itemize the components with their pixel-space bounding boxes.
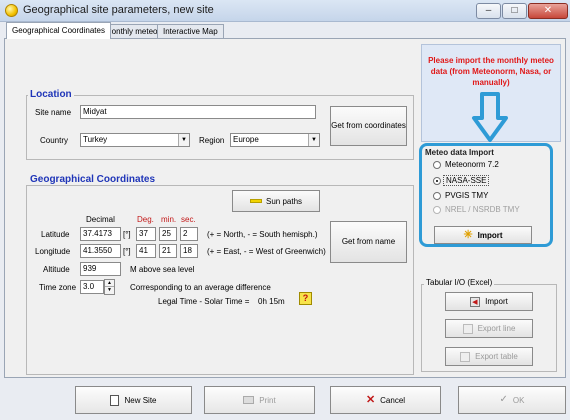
export-line-button[interactable]: Export line <box>445 319 533 338</box>
checkmark-icon: ✓ <box>499 394 508 405</box>
meteo-notice-text: Please import the monthly meteo data (fr… <box>428 56 554 87</box>
print-button[interactable]: Print <box>204 386 315 414</box>
sparkle-icon: ✳ <box>463 229 473 241</box>
timezone-hint: Corresponding to an average difference <box>130 283 271 292</box>
latitude-decimal-input[interactable]: 37.4173 <box>80 227 121 241</box>
longitude-hint: (+ = East, - = West of Greenwich) <box>207 247 326 256</box>
meteo-import-button-label: Import <box>477 230 503 240</box>
export-line-icon <box>462 323 473 334</box>
legal-time-label: Legal Time - Solar Time = <box>158 297 250 306</box>
meteo-option-meteonorm[interactable]: Meteonorm 7.2 <box>433 159 543 171</box>
tabular-import-button[interactable]: ◀ Import <box>445 292 533 311</box>
new-site-label: New Site <box>124 395 157 405</box>
print-label: Print <box>259 395 276 405</box>
location-title: Location <box>28 89 74 100</box>
coordinates-title: Geographical Coordinates <box>28 174 158 185</box>
latitude-sec-input[interactable]: 2 <box>180 227 198 241</box>
cancel-button[interactable]: ✕ Cancel <box>330 386 441 414</box>
tabular-import-label: Import <box>485 297 508 306</box>
tab-interactive-map[interactable]: Interactive Map <box>157 24 224 39</box>
export-table-icon <box>460 351 471 362</box>
minimize-button[interactable]: – <box>476 3 501 19</box>
radio-button[interactable] <box>433 192 441 200</box>
tab-geographical-coordinates[interactable]: Geographical Coordinates <box>6 22 111 39</box>
spin-down-icon[interactable]: ▼ <box>105 287 114 294</box>
longitude-deg-input[interactable]: 41 <box>136 244 156 258</box>
longitude-min-input[interactable]: 21 <box>159 244 177 258</box>
arrow-down-icon <box>472 92 508 142</box>
radio-button-selected[interactable] <box>433 177 441 185</box>
help-icon[interactable]: ? <box>299 292 312 305</box>
spin-up-icon[interactable]: ▲ <box>105 280 114 287</box>
timezone-spinner[interactable]: ▲ ▼ <box>104 279 115 295</box>
altitude-label: Altitude <box>43 265 70 274</box>
radio-button[interactable] <box>433 161 441 169</box>
sun-path-icon <box>249 199 262 203</box>
sun-paths-button[interactable]: Sun paths <box>232 190 320 212</box>
window-title: Geographical site parameters, new site <box>23 4 214 16</box>
latitude-unit: [°] <box>123 230 131 239</box>
new-site-button[interactable]: New Site <box>75 386 192 414</box>
meteo-option-nrel: NREL / NSRDB TMY <box>433 204 543 216</box>
meteo-option-nasa[interactable]: NASA-SSE <box>433 175 543 187</box>
altitude-hint: M above sea level <box>130 265 195 274</box>
export-table-button[interactable]: Export table <box>445 347 533 366</box>
close-button[interactable]: ✕ <box>528 3 568 19</box>
chevron-down-icon: ▼ <box>308 134 319 146</box>
ok-label: OK <box>512 395 525 405</box>
site-name-label: Site name <box>35 108 72 117</box>
chevron-down-icon: ▼ <box>178 134 189 146</box>
decimal-header: Decimal <box>86 215 115 224</box>
meteo-option-label: NASA-SSE <box>443 175 490 186</box>
min-header: min. <box>161 215 177 224</box>
get-from-coordinates-button[interactable]: Get from coordinates <box>330 106 407 146</box>
latitude-hint: (+ = North, - = South hemisph.) <box>207 230 318 239</box>
longitude-decimal-input[interactable]: 41.3550 <box>80 244 121 258</box>
new-document-icon <box>110 394 120 406</box>
printer-icon <box>243 396 255 404</box>
cancel-label: Cancel <box>380 395 406 405</box>
maximize-button[interactable]: □ <box>502 3 527 19</box>
meteo-option-label: PVGIS TMY <box>445 191 489 200</box>
region-select[interactable]: Europe ▼ <box>230 133 320 147</box>
altitude-input[interactable]: 939 <box>80 262 121 276</box>
timezone-label: Time zone <box>39 283 77 292</box>
region-label: Region <box>199 136 225 145</box>
country-value: Turkey <box>83 135 108 144</box>
legal-time-value: 0h 15m <box>258 297 285 306</box>
site-name-input[interactable]: Midyat <box>80 105 316 119</box>
latitude-min-input[interactable]: 25 <box>159 227 177 241</box>
meteo-option-label: NREL / NSRDB TMY <box>445 205 520 214</box>
export-table-label: Export table <box>475 352 518 361</box>
app-icon <box>5 4 18 17</box>
title-bar: Geographical site parameters, new site –… <box>0 0 570 22</box>
latitude-deg-input[interactable]: 37 <box>136 227 156 241</box>
sec-header: sec. <box>181 215 196 224</box>
export-line-label: Export line <box>477 324 516 333</box>
meteo-option-label: Meteonorm 7.2 <box>445 160 499 169</box>
country-label: Country <box>40 136 69 145</box>
tabular-io-title: Tabular I/O (Excel) <box>424 278 495 287</box>
country-select[interactable]: Turkey ▼ <box>80 133 190 147</box>
longitude-unit: [°] <box>123 247 131 256</box>
ok-button[interactable]: ✓ OK <box>458 386 566 414</box>
timezone-input[interactable]: 3.0 <box>80 280 104 294</box>
radio-button-disabled <box>433 206 441 214</box>
meteo-import-title: Meteo data Import <box>425 148 494 157</box>
cancel-icon: ✕ <box>365 394 376 406</box>
sun-paths-label: Sun paths <box>265 196 303 206</box>
longitude-label: Longitude <box>35 247 71 256</box>
meteo-option-pvgis[interactable]: PVGIS TMY <box>433 190 543 202</box>
get-from-name-button[interactable]: Get from name <box>330 221 407 263</box>
longitude-sec-input[interactable]: 18 <box>180 244 198 258</box>
region-value: Europe <box>233 135 259 144</box>
deg-header: Deg. <box>137 215 154 224</box>
meteo-import-button[interactable]: ✳ Import <box>434 226 532 244</box>
import-file-icon: ◀ <box>470 296 481 307</box>
latitude-label: Latitude <box>41 230 70 239</box>
